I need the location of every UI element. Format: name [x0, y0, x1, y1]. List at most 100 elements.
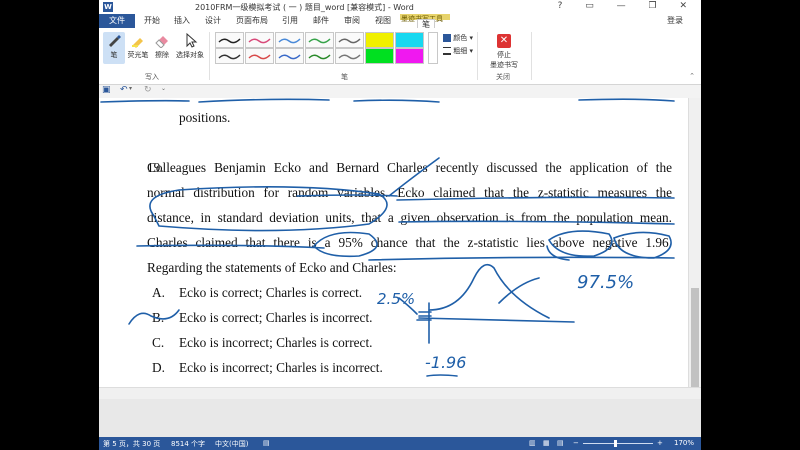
word-count[interactable]: 8514 个字: [171, 439, 205, 449]
tab-view[interactable]: 视图: [375, 15, 391, 27]
tab-references[interactable]: 引用: [282, 15, 298, 27]
document-page[interactable]: positions. 19. x Colleagues Benjamin Eck…: [99, 98, 701, 387]
color-icon: [443, 34, 451, 42]
pen-preset[interactable]: [305, 48, 334, 64]
close-group-label: 关闭: [496, 73, 510, 81]
pen-preset[interactable]: [215, 48, 244, 64]
ink-oval-negative: [547, 230, 613, 257]
pen-thickness-dropdown[interactable]: 粗细 ▾: [443, 46, 473, 56]
eraser-tool-button[interactable]: 擦除: [151, 32, 173, 60]
page-count[interactable]: 第 5 页，共 30 页: [103, 439, 160, 449]
select-object-label: 选择对象: [176, 51, 204, 59]
pen-preset[interactable]: [365, 48, 394, 64]
ribbon-pen: 笔 荧光笔 擦除 选择对象 写入 笔 颜色 ▾ 粗细 ▾ ✕ 停止 墨迹书写 关…: [99, 28, 701, 85]
pen-preset[interactable]: [275, 48, 304, 64]
ink-text-97-5-percent: 97.5%: [577, 272, 634, 293]
highlighter-tool-button[interactable]: 荧光笔: [127, 32, 149, 60]
pen-tool-button[interactable]: 笔: [103, 32, 125, 64]
pen-preset[interactable]: [335, 48, 364, 64]
vertical-scrollbar[interactable]: [688, 98, 701, 388]
zoom-slider[interactable]: [583, 443, 653, 444]
ink-oval-distance: [149, 186, 388, 232]
zoom-level[interactable]: 170%: [674, 439, 694, 447]
ink-text-neg-196: -1.96: [425, 353, 466, 372]
sign-in-link[interactable]: 登录: [667, 15, 683, 26]
group-separator: [209, 32, 210, 80]
status-bar: 第 5 页，共 30 页 8514 个字 中文(中国) ▤ ▥ ▦ ▤ − + …: [99, 437, 701, 450]
tab-insert[interactable]: 插入: [174, 15, 190, 27]
tab-design[interactable]: 设计: [205, 15, 221, 27]
eraser-icon: [155, 36, 168, 48]
ribbon-tabs: 文件 开始 插入 设计 页面布局 引用 邮件 审阅 视图 墨迹书写工具 笔 登录: [99, 14, 701, 29]
pen-preset[interactable]: [335, 32, 364, 48]
pen-preset[interactable]: [275, 32, 304, 48]
ink-underline-ecko: [396, 196, 675, 201]
window-controls[interactable]: ? ▭ — ❐ ✕: [558, 1, 697, 11]
save-icon[interactable]: ▣: [102, 85, 111, 95]
select-object-icon: [186, 32, 198, 48]
pen-gallery-scroll[interactable]: [428, 32, 438, 64]
pens-group-label: 笔: [341, 73, 348, 81]
pen-tool-label: 笔: [110, 51, 118, 59]
select-object-button[interactable]: 选择对象: [175, 32, 205, 60]
ink-axis: [418, 317, 575, 323]
zoom-slider-thumb[interactable]: [614, 440, 617, 447]
highlighter-icon: [132, 38, 143, 48]
pen-icon: [109, 35, 121, 47]
print-layout-icon[interactable]: ▦: [543, 439, 550, 447]
ink-check-ecko: [388, 157, 440, 197]
ink-oval-196: [613, 231, 672, 259]
window-title: 2010FRM一级模拟考试 ( 一 ) 题目_word [兼容模式] - Wor…: [195, 3, 414, 12]
title-bar: W 2010FRM一级模拟考试 ( 一 ) 题目_word [兼容模式] - W…: [99, 0, 701, 14]
ink-scribble-options: [128, 309, 180, 325]
stop-inking-button[interactable]: ✕ 停止 墨迹书写: [484, 34, 524, 70]
pen-preset[interactable]: [245, 48, 274, 64]
undo-icon[interactable]: ↶: [120, 85, 128, 95]
tab-home[interactable]: 开始: [144, 15, 160, 27]
highlighter-tool-label: 荧光笔: [127, 51, 149, 59]
tab-file[interactable]: 文件: [99, 14, 135, 28]
stop-inking-label-2: 墨迹书写: [490, 61, 518, 69]
ink-oval-95: [312, 231, 378, 258]
ink-bell-curve: [428, 263, 550, 319]
stop-inking-label-1: 停止: [497, 51, 511, 59]
document-gutter: [99, 399, 701, 437]
eraser-tool-label: 擦除: [155, 51, 169, 59]
tab-mailings[interactable]: 邮件: [313, 15, 329, 27]
word-window: W 2010FRM一级模拟考试 ( 一 ) 题目_word [兼容模式] - W…: [99, 0, 701, 450]
ink-stroke-top: [100, 98, 675, 103]
ink-underline-above: [368, 256, 675, 261]
pen-preset[interactable]: [305, 32, 334, 48]
redo-icon[interactable]: ↻: [144, 85, 152, 95]
word-logo-icon: W: [103, 2, 113, 12]
pen-preset[interactable]: [365, 32, 394, 48]
ink-underline-196: [426, 374, 458, 377]
tab-review[interactable]: 审阅: [344, 15, 360, 27]
macro-icon[interactable]: ▤: [263, 439, 270, 447]
pen-color-dropdown[interactable]: 颜色 ▾: [443, 33, 473, 43]
pen-color-label: 颜色: [453, 34, 468, 42]
ink-text-2-5-percent: 2.5%: [377, 290, 415, 308]
pen-preset[interactable]: [395, 48, 424, 64]
tab-layout[interactable]: 页面布局: [236, 15, 268, 27]
group-separator: [477, 32, 478, 80]
web-layout-icon[interactable]: ▤: [557, 439, 564, 447]
group-separator: [531, 32, 532, 80]
ink-underline-observation: [398, 220, 675, 225]
ink-annotations: 2.5% 97.5% -1.96: [100, 98, 675, 377]
zoom-out-icon[interactable]: −: [573, 439, 579, 447]
pen-preset[interactable]: [245, 32, 274, 48]
quick-access-toolbar: ▣ ↶ ▾ ↻ ⌄: [99, 85, 701, 98]
close-icon: ✕: [497, 34, 511, 48]
undo-dropdown-icon[interactable]: ▾: [129, 85, 132, 92]
pen-preset[interactable]: [395, 32, 424, 48]
language-indicator[interactable]: 中文(中国): [215, 439, 248, 449]
zoom-in-icon[interactable]: +: [657, 439, 663, 447]
collapse-ribbon-icon[interactable]: ⌃: [689, 72, 695, 80]
thickness-icon: [443, 47, 451, 55]
customize-qat-icon[interactable]: ⌄: [161, 85, 166, 92]
vertical-scroll-thumb[interactable]: [691, 288, 699, 388]
pen-thickness-label: 粗细: [453, 47, 468, 55]
pen-preset[interactable]: [215, 32, 244, 48]
read-mode-icon[interactable]: ▥: [529, 439, 536, 447]
